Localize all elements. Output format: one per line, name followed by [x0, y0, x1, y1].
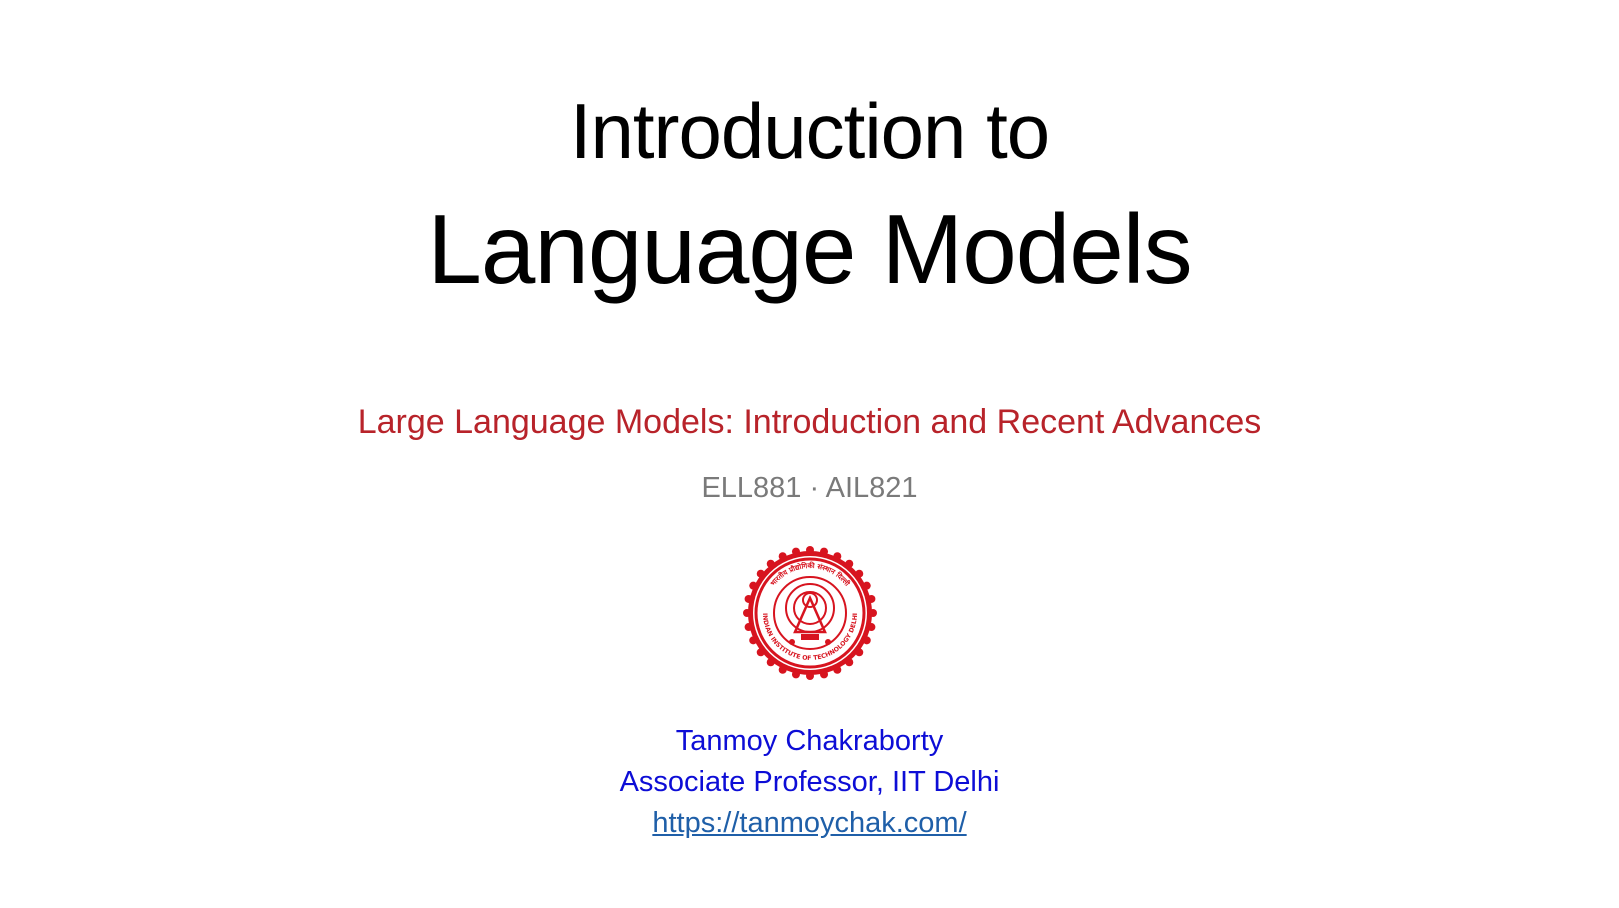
seal-gear-tooth [806, 672, 814, 680]
seal-gear-tooth [756, 569, 765, 578]
iit-delhi-seal-icon: भारतीय प्रौद्योगिकी संस्थान दिल्ली INDIA… [743, 546, 877, 680]
author-title: Associate Professor, IIT Delhi [619, 766, 1000, 798]
author-name: Tanmoy Chakraborty [675, 725, 944, 757]
course-codes: ELL881 · AIL821 [701, 472, 918, 504]
seal-gear-tooth [749, 581, 758, 590]
seal-gear-tooth [743, 609, 751, 617]
seal-gear-tooth [766, 559, 775, 568]
seal-gear-tooth [833, 665, 842, 674]
seal-gear-tooth [855, 569, 864, 578]
seal-gear-tooth [744, 623, 753, 632]
seal-gear-tooth [862, 636, 871, 645]
seal-gear-tooth [845, 658, 854, 667]
seal-gear-tooth [867, 594, 876, 603]
slide-title-line1: Introduction to [569, 87, 1050, 175]
seal-gear-tooth [756, 648, 765, 657]
seal-gear-tooth [833, 552, 842, 561]
seal-gear-tooth [869, 609, 877, 617]
slide: Introduction to Language Models Large La… [0, 0, 1619, 908]
seal-gear-tooth [855, 648, 864, 657]
seal-gear-tooth [845, 559, 854, 568]
course-name: Large Language Models: Introduction and … [357, 403, 1262, 441]
seal-gear-tooth [862, 581, 871, 590]
author-website-link[interactable]: https://tanmoychak.com/ [0, 809, 1619, 838]
seal-gear-tooth [820, 670, 829, 679]
seal-gear-tooth [744, 594, 753, 603]
seal-gear-tooth [766, 658, 775, 667]
seal-gear-tooth [806, 546, 814, 554]
seal-gear-tooth [749, 636, 758, 645]
seal-gear-tooth [778, 665, 787, 674]
seal-gear-tooth [791, 547, 800, 556]
slide-title-line2: Language Models [427, 194, 1192, 304]
seal-gear-tooth [820, 547, 829, 556]
seal-gear-tooth [778, 552, 787, 561]
seal-gear-tooth [867, 623, 876, 632]
seal-gear-tooth [791, 670, 800, 679]
